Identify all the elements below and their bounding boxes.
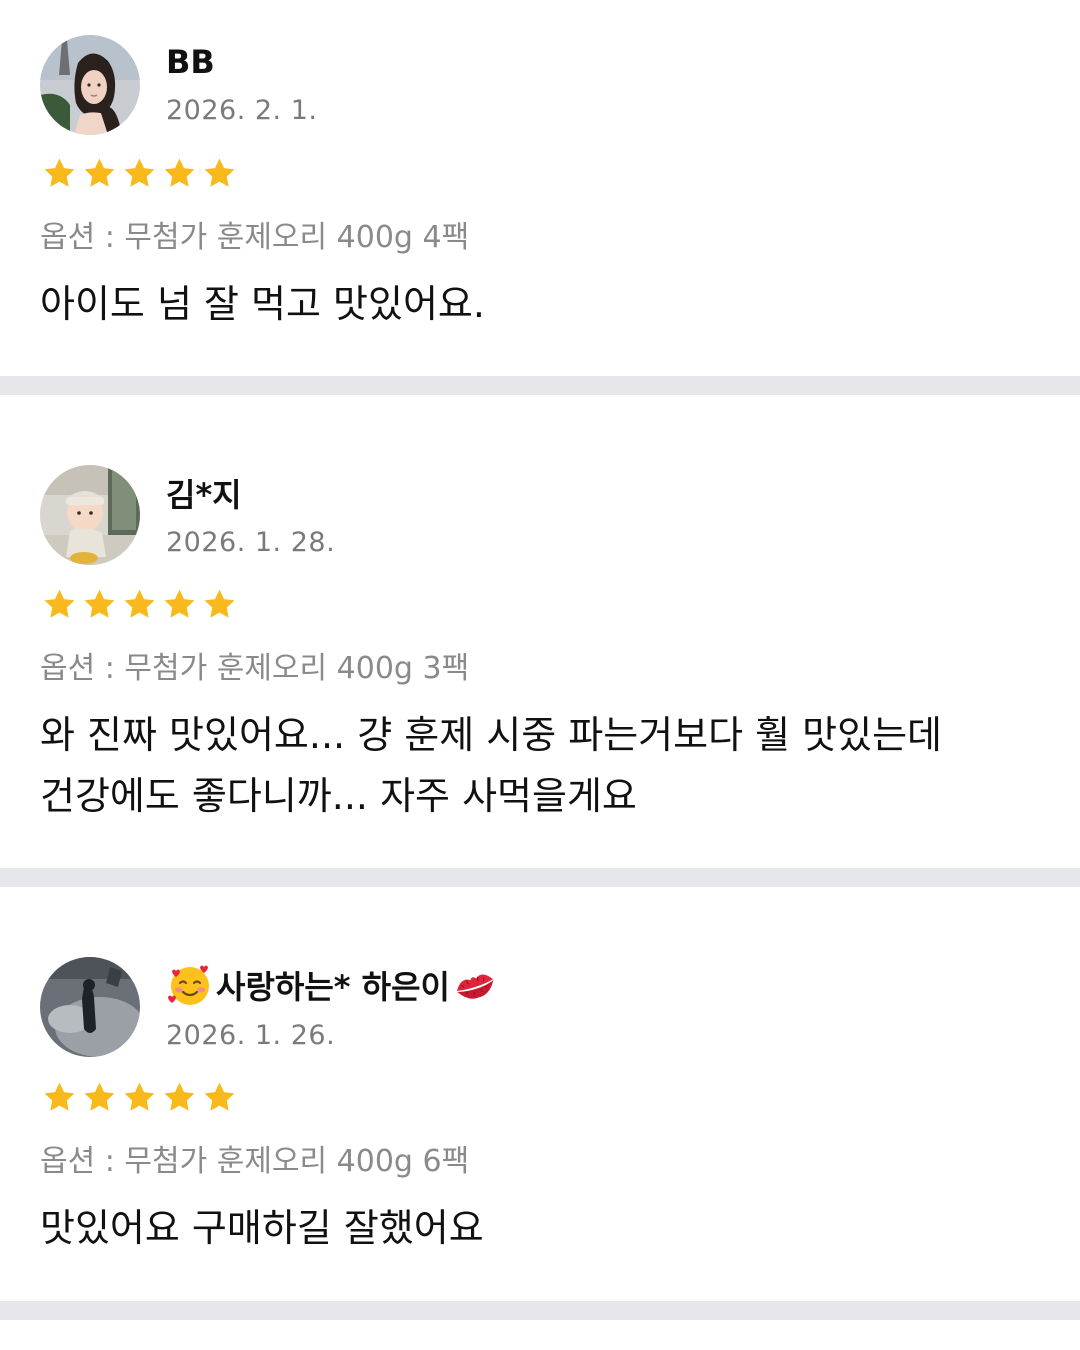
review-date: 2026. 1. 26. <box>166 1020 336 1051</box>
reviewer-name-text: 김*지 <box>166 476 242 514</box>
star-icon <box>82 1080 117 1115</box>
review-text: 맛있어요 구매하길 잘했어요 <box>40 1206 484 1250</box>
review-card: BB 2026. 2. 1. 옵션 : 무첨가 훈제오리 400g 4팩 아이도… <box>0 0 1080 376</box>
star-icon <box>42 587 77 622</box>
star-icon <box>82 587 117 622</box>
reviewer-name[interactable]: 사랑하는* 하은이 <box>166 961 498 1009</box>
review-divider <box>0 868 1080 887</box>
star-icon <box>122 156 157 191</box>
user-avatar[interactable] <box>40 465 140 565</box>
review-divider <box>0 376 1080 395</box>
user-avatar[interactable] <box>40 35 140 135</box>
star-rating <box>42 156 237 191</box>
review-card: 김*지 2026. 1. 28. 옵션 : 무첨가 훈제오리 400g 3팩 와… <box>0 395 1080 868</box>
star-rating <box>42 587 237 622</box>
reviewer-name[interactable]: BB <box>166 43 215 81</box>
purchase-option: 옵션 : 무첨가 훈제오리 400g 6팩 <box>40 1144 470 1179</box>
review-divider <box>0 1301 1080 1320</box>
star-icon <box>162 587 197 622</box>
review-text: 아이도 넘 잘 먹고 맛있어요. <box>40 282 485 326</box>
star-icon <box>42 156 77 191</box>
star-icon <box>202 156 237 191</box>
review-date: 2026. 1. 28. <box>166 527 336 558</box>
star-icon <box>122 1080 157 1115</box>
reviewer-name-text: 사랑하는* 하은이 <box>216 968 450 1006</box>
purchase-option: 옵션 : 무첨가 훈제오리 400g 4팩 <box>40 220 470 255</box>
penguin-photo-avatar-icon <box>40 957 140 1057</box>
review-date: 2026. 2. 1. <box>166 95 318 126</box>
smiling-face-with-hearts-emoji-icon <box>166 961 214 1009</box>
star-rating <box>42 1080 237 1115</box>
woman-portrait-avatar-icon <box>40 35 140 135</box>
baby-portrait-avatar-icon <box>40 465 140 565</box>
star-icon <box>202 1080 237 1115</box>
review-text-line: 와 진짜 맛있어요... 걍 훈제 시중 파는거보다 훨 맛있는데 <box>40 713 942 757</box>
star-icon <box>82 156 117 191</box>
review-card: 사랑하는* 하은이 2026. 1. 26. 옵션 : 무첨가 훈제오리 400… <box>0 887 1080 1301</box>
review-text: 와 진짜 맛있어요... 걍 훈제 시중 파는거보다 훨 맛있는데 건강에도 좋… <box>40 705 1050 827</box>
star-icon <box>122 587 157 622</box>
kiss-mark-emoji-icon <box>452 965 498 1005</box>
star-icon <box>162 156 197 191</box>
star-icon <box>42 1080 77 1115</box>
purchase-option: 옵션 : 무첨가 훈제오리 400g 3팩 <box>40 651 470 686</box>
reviewer-name[interactable]: 김*지 <box>166 470 242 516</box>
reviewer-name-text: BB <box>166 43 215 81</box>
review-text-line: 건강에도 좋다니까... 자주 사먹을게요 <box>40 774 637 818</box>
star-icon <box>162 1080 197 1115</box>
star-icon <box>202 587 237 622</box>
user-avatar[interactable] <box>40 957 140 1057</box>
